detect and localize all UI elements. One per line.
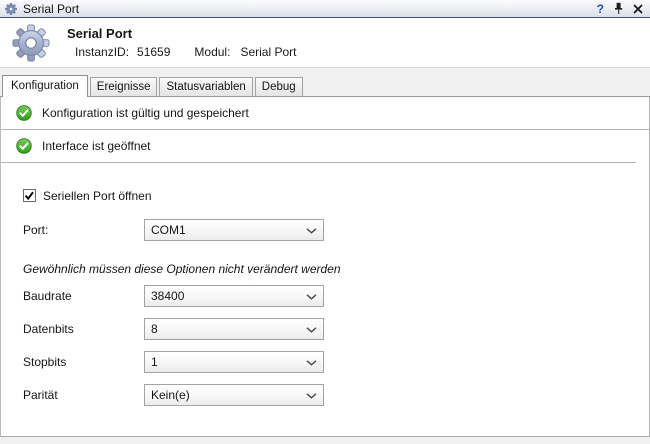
chevron-down-icon: [306, 228, 317, 234]
baudrate-label: Baudrate: [23, 289, 144, 303]
instance-id-label: InstanzID:: [75, 45, 129, 59]
help-button[interactable]: ?: [597, 3, 604, 15]
options-note: Gewöhnlich müssen diese Optionen nicht v…: [23, 262, 649, 276]
baudrate-field-row: Baudrate 38400: [23, 285, 649, 307]
bottom-strip: [0, 437, 650, 444]
port-label: Port:: [23, 223, 144, 237]
status-text: Konfiguration ist gültig und gespeichert: [42, 106, 249, 120]
port-field-row: Port: COM1: [23, 219, 649, 241]
open-port-checkbox-row: Seriellen Port öffnen: [23, 189, 649, 202]
window-title: Serial Port: [23, 2, 79, 16]
gear-icon: [5, 3, 17, 15]
serial-port-panel: Serial Port ?: [0, 0, 650, 444]
module-label: Modul:: [194, 45, 230, 59]
tab-konfiguration[interactable]: Konfiguration: [2, 75, 88, 97]
close-button[interactable]: [633, 4, 643, 14]
chevron-down-icon: [306, 360, 317, 366]
status-text: Interface ist geöffnet: [42, 139, 151, 153]
stopbits-select[interactable]: 1: [144, 351, 324, 373]
instance-id-value: 51659: [137, 45, 170, 59]
port-value: COM1: [151, 223, 186, 237]
tab-statusvariablen[interactable]: Statusvariablen: [159, 77, 252, 96]
gear-icon: [12, 24, 50, 62]
status-row: Interface ist geöffnet: [1, 130, 636, 163]
close-icon: [633, 4, 643, 14]
baudrate-select[interactable]: 38400: [144, 285, 324, 307]
module-value: Serial Port: [240, 45, 296, 59]
stopbits-value: 1: [151, 355, 158, 369]
port-select[interactable]: COM1: [144, 219, 324, 241]
paritaet-select[interactable]: Kein(e): [144, 384, 324, 406]
status-row: Konfiguration ist gültig und gespeichert: [1, 97, 649, 130]
module-meta: InstanzID: 51659 Modul: Serial Port: [75, 45, 296, 59]
chevron-down-icon: [306, 327, 317, 333]
datenbits-value: 8: [151, 322, 158, 336]
stopbits-field-row: Stopbits 1: [23, 351, 649, 373]
paritaet-value: Kein(e): [151, 388, 190, 402]
module-header: Serial Port InstanzID: 51659 Modul: Serial …: [0, 18, 650, 68]
datenbits-label: Datenbits: [23, 322, 144, 336]
pin-icon: [613, 2, 624, 15]
chevron-down-icon: [306, 393, 317, 399]
open-port-checkbox-label[interactable]: Seriellen Port öffnen: [43, 189, 152, 203]
tab-ereignisse[interactable]: Ereignisse: [90, 77, 158, 96]
datenbits-field-row: Datenbits 8: [23, 318, 649, 340]
konfiguration-panel: Konfiguration ist gültig und gespeichert…: [0, 97, 650, 437]
datenbits-select[interactable]: 8: [144, 318, 324, 340]
title-bar: Serial Port ?: [0, 0, 650, 18]
tab-debug[interactable]: Debug: [255, 77, 303, 96]
pin-button[interactable]: [613, 2, 624, 15]
paritaet-field-row: Parität Kein(e): [23, 384, 649, 406]
module-title: Serial Port: [67, 26, 296, 41]
check-circle-icon: [16, 105, 32, 121]
stopbits-label: Stopbits: [23, 355, 144, 369]
baudrate-value: 38400: [151, 289, 184, 303]
chevron-down-icon: [306, 294, 317, 300]
open-port-checkbox[interactable]: [23, 189, 36, 202]
checkmark-icon: [24, 190, 35, 201]
tab-bar: Konfiguration Ereignisse Statusvariablen…: [0, 68, 650, 97]
paritaet-label: Parität: [23, 388, 144, 402]
check-circle-icon: [16, 138, 32, 154]
